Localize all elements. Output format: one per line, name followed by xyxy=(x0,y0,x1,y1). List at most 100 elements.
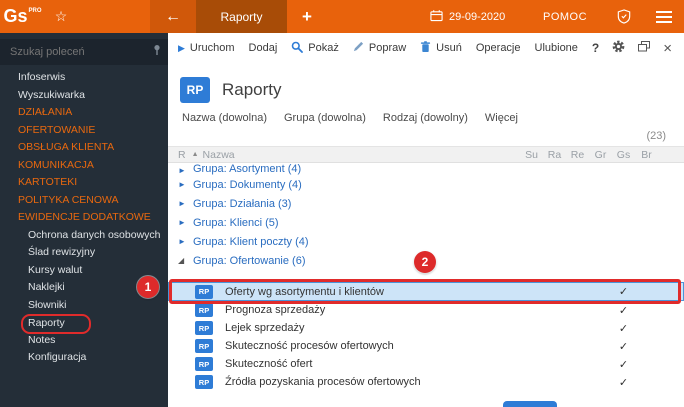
gs-checkmark: ✓ xyxy=(612,358,635,371)
report-row[interactable]: RP Prognoza sprzedaży ✓ xyxy=(168,301,684,319)
hamburger-menu-icon[interactable] xyxy=(650,0,678,33)
column-gs[interactable]: Gs xyxy=(612,149,635,161)
column-br[interactable]: Br xyxy=(635,149,658,161)
group-row-dokumenty[interactable]: ► Grupa: Dokumenty (4) xyxy=(168,175,684,194)
module-toolbar: ▶ Uruchom Dodaj Pokaż Popraw Usuń Operac… xyxy=(168,33,684,63)
group-row-ofertowanie[interactable]: ◢ Grupa: Ofertowanie (6) xyxy=(168,251,684,270)
column-ra[interactable]: Ra xyxy=(543,149,566,161)
flag-columns: Su Ra Re Gr Gs Br xyxy=(520,149,658,161)
group-row-dzialania[interactable]: ► Grupa: Działania (3) xyxy=(168,194,684,213)
main-panel: ▶ Uruchom Dodaj Pokaż Popraw Usuń Operac… xyxy=(168,33,684,407)
sidebar-item-kursy-walut[interactable]: Kursy walut xyxy=(0,262,168,280)
pin-icon[interactable] xyxy=(152,43,162,61)
report-row-selected[interactable]: RP Oferty wg asortymentu i klientów ✓ xyxy=(168,282,684,301)
pencil-icon xyxy=(353,41,364,55)
expand-icon[interactable]: ► xyxy=(178,218,188,227)
sidebar-section-kartoteki[interactable]: KARTOTEKI xyxy=(0,174,168,192)
collapse-icon[interactable]: ◢ xyxy=(178,256,188,265)
report-row[interactable]: RP Źródła pozyskania procesów ofertowych… xyxy=(168,373,684,391)
page-header: RP Raporty xyxy=(168,63,684,108)
sidebar-item-notes[interactable]: Notes xyxy=(0,332,168,350)
report-rp-icon: RP xyxy=(195,357,213,371)
sidebar-item-ochrona-danych[interactable]: Ochrona danych osobowych xyxy=(0,227,168,245)
trash-icon xyxy=(420,41,431,56)
sidebar-item-naklejki[interactable]: Naklejki xyxy=(0,279,168,297)
sidebar-item-raporty[interactable]: Raporty xyxy=(0,314,168,332)
gear-icon[interactable] xyxy=(612,40,625,56)
report-rp-icon: RP xyxy=(195,339,213,353)
sidebar-item-infoserwis[interactable]: Infoserwis xyxy=(0,69,168,87)
gs-checkmark: ✓ xyxy=(612,285,635,298)
gs-checkmark: ✓ xyxy=(612,322,635,335)
expand-icon[interactable]: ► xyxy=(178,199,188,208)
sidebar-section-komunikacja[interactable]: KOMUNIKACJA xyxy=(0,157,168,175)
sidebar-section-ofertowanie[interactable]: OFERTOWANIE xyxy=(0,122,168,140)
expand-icon[interactable]: ► xyxy=(178,180,188,189)
table-header: R ▲ Nazwa Su Ra Re Gr Gs Br xyxy=(168,146,684,163)
filter-type[interactable]: Rodzaj (dowolny) xyxy=(383,112,468,124)
show-button[interactable]: Pokaż xyxy=(291,41,339,56)
report-rp-icon: RP xyxy=(195,303,213,317)
sidebar-menu: Infoserwis Wyszukiwarka DZIAŁANIA OFERTO… xyxy=(0,69,168,367)
sidebar-section-ewidencje-dodatkowe[interactable]: EWIDENCJE DODATKOWE xyxy=(0,209,168,227)
gs-checkmark: ✓ xyxy=(612,376,635,389)
edit-button[interactable]: Popraw xyxy=(353,41,406,55)
delete-button[interactable]: Usuń xyxy=(420,41,462,56)
report-row[interactable]: RP Skuteczność ofert ✓ xyxy=(168,355,684,373)
favorites-button[interactable]: Ulubione xyxy=(535,42,578,54)
restore-window-icon[interactable] xyxy=(638,41,650,55)
group-row-klienci[interactable]: ► Grupa: Klienci (5) xyxy=(168,213,684,232)
report-rp-icon: RP xyxy=(195,285,213,299)
sidebar-item-konfiguracja[interactable]: Konfiguracja xyxy=(0,349,168,367)
module-icon: RP xyxy=(180,77,210,103)
column-r[interactable]: R xyxy=(178,149,186,161)
table-body: ► Grupa: Asortyment (4) ► Grupa: Dokumen… xyxy=(168,163,684,391)
date-text: 29-09-2020 xyxy=(449,11,505,23)
report-rp-icon: RP xyxy=(195,321,213,335)
app-logo: Gs PRO xyxy=(0,0,44,33)
report-row[interactable]: RP Lejek sprzedaży ✓ xyxy=(168,319,684,337)
shield-icon[interactable] xyxy=(612,0,636,33)
sidebar-item-slowniki[interactable]: Słowniki xyxy=(0,297,168,315)
new-tab-button[interactable]: + xyxy=(292,0,322,33)
sidebar: Infoserwis Wyszukiwarka DZIAŁANIA OFERTO… xyxy=(0,33,168,407)
play-icon: ▶ xyxy=(178,43,185,54)
expand-icon[interactable]: ► xyxy=(178,237,188,246)
sort-asc-icon: ▲ xyxy=(192,151,199,158)
report-row[interactable]: RP Skuteczność procesów ofertowych ✓ xyxy=(168,337,684,355)
gs-checkmark: ✓ xyxy=(612,304,635,317)
help-menu[interactable]: POMOC xyxy=(543,0,587,33)
column-su[interactable]: Su xyxy=(520,149,543,161)
filter-name[interactable]: Nazwa (dowolna) xyxy=(182,112,267,124)
help-icon[interactable]: ? xyxy=(592,41,599,55)
column-gr[interactable]: Gr xyxy=(589,149,612,161)
sidebar-section-polityka-cenowa[interactable]: POLITYKA CENOWA xyxy=(0,192,168,210)
magnifier-icon xyxy=(291,41,303,56)
favorite-star-icon[interactable]: ☆ xyxy=(48,0,74,33)
group-row-asortyment[interactable]: ► Grupa: Asortyment (4) xyxy=(168,163,684,175)
page-title: Raporty xyxy=(222,80,282,100)
column-nazwa[interactable]: Nazwa xyxy=(203,149,235,161)
tab-raporty[interactable]: Raporty xyxy=(196,0,287,33)
run-button[interactable]: ▶ Uruchom xyxy=(178,42,235,54)
date-picker[interactable]: 29-09-2020 xyxy=(430,0,505,33)
close-icon[interactable]: × xyxy=(663,40,672,57)
gs-checkmark: ✓ xyxy=(612,340,635,353)
filter-more[interactable]: Więcej xyxy=(485,112,518,124)
group-row-klient-poczty[interactable]: ► Grupa: Klient poczty (4) xyxy=(168,232,684,251)
add-button[interactable]: Dodaj xyxy=(249,42,278,54)
row-spacer xyxy=(168,270,684,282)
scrollbar-thumb[interactable] xyxy=(503,401,557,407)
expand-icon[interactable]: ► xyxy=(178,166,188,175)
column-re[interactable]: Re xyxy=(566,149,589,161)
app-window: Gs PRO ☆ ← Raporty + 29-09-2020 POMOC xyxy=(0,0,684,407)
sidebar-item-slad-rewizyjny[interactable]: Ślad rewizyjny xyxy=(0,244,168,262)
topbar: Gs PRO ☆ ← Raporty + 29-09-2020 POMOC xyxy=(0,0,684,33)
sidebar-item-wyszukiwarka[interactable]: Wyszukiwarka xyxy=(0,87,168,105)
back-button[interactable]: ← xyxy=(150,0,196,33)
search-input[interactable] xyxy=(10,46,152,58)
sidebar-section-dzialania[interactable]: DZIAŁANIA xyxy=(0,104,168,122)
sidebar-section-obsluga-klienta[interactable]: OBSŁUGA KLIENTA xyxy=(0,139,168,157)
filter-group[interactable]: Grupa (dowolna) xyxy=(284,112,366,124)
operations-button[interactable]: Operacje xyxy=(476,42,521,54)
